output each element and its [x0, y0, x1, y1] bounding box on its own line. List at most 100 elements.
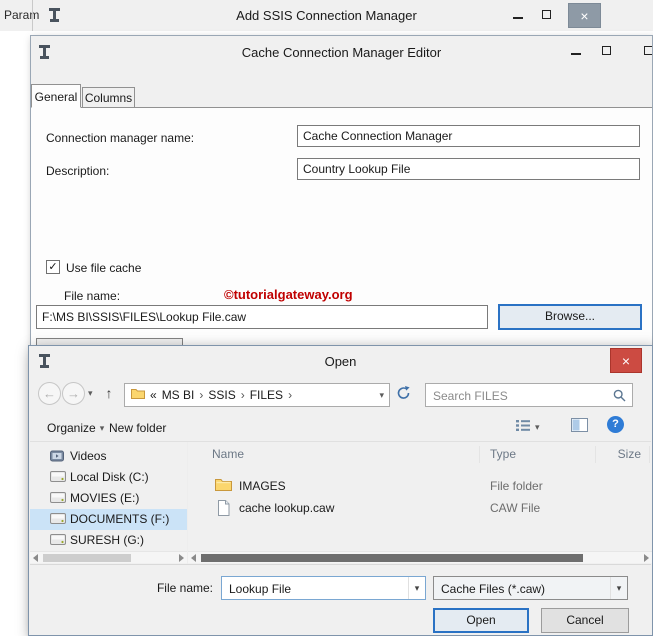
close-icon: × [580, 8, 589, 24]
nav-item-label: DOCUMENTS (F:) [70, 512, 170, 526]
breadcrumb-separator[interactable]: › [199, 388, 203, 402]
nav-pane-hscrollbar[interactable] [30, 551, 187, 563]
file-row-images[interactable]: IMAGES File folder [188, 476, 650, 498]
nav-item-label: MOVIES (E:) [70, 491, 140, 505]
forward-icon: → [67, 386, 80, 401]
titlebar-add-ssis-connection-manager: Param Add SSIS Connection Manager × [0, 0, 653, 31]
nav-item-label: Local Disk (C:) [70, 470, 149, 484]
scroll-right-icon[interactable] [644, 554, 649, 562]
file-name: cache lookup.caw [239, 501, 335, 515]
nav-item-videos[interactable]: Videos [30, 446, 187, 467]
minimize-icon [571, 53, 581, 55]
file-type: CAW File [490, 501, 541, 515]
up-button[interactable]: ↑ [98, 383, 120, 405]
nav-pane-scroll-thumb[interactable] [43, 554, 131, 562]
close-button[interactable] [636, 43, 652, 61]
address-history-chevron-icon[interactable]: ▾ [379, 390, 384, 401]
chevron-down-icon[interactable]: ▾ [610, 577, 627, 599]
use-file-cache-checkbox[interactable]: ✓ [46, 260, 60, 274]
tab-general[interactable]: General [31, 84, 81, 108]
use-file-cache-label: Use file cache [66, 261, 142, 275]
forward-button[interactable]: → [62, 382, 85, 405]
search-placeholder: Search FILES [433, 389, 508, 403]
column-header-type[interactable]: Type [490, 447, 516, 461]
breadcrumb-item-msbi[interactable]: MS BI [162, 388, 195, 402]
nav-item-movies-e[interactable]: MOVIES (E:) [30, 488, 187, 509]
description-label: Description: [46, 164, 110, 178]
scroll-right-icon[interactable] [179, 554, 184, 562]
search-box[interactable]: Search FILES [425, 383, 633, 407]
chevron-down-icon: ▾ [535, 421, 540, 432]
scroll-left-icon[interactable] [191, 554, 196, 562]
scroll-left-icon[interactable] [33, 554, 38, 562]
maximize-icon [541, 10, 551, 19]
videos-icon [50, 450, 64, 465]
recent-locations-chevron-icon[interactable]: ▾ [88, 388, 93, 399]
check-icon: ✓ [48, 261, 58, 273]
organize-label: Organize [47, 421, 96, 435]
preview-pane-button[interactable] [571, 416, 588, 436]
screenshot-root: Param Add SSIS Connection Manager × Cach… [0, 0, 653, 636]
close-icon [643, 46, 652, 55]
window-title-cache-editor: Cache Connection Manager Editor [241, 45, 442, 60]
close-button[interactable]: × [610, 348, 642, 373]
help-button[interactable]: ? [607, 416, 624, 433]
breadcrumb-item-ssis[interactable]: SSIS [208, 388, 235, 402]
column-header-name[interactable]: Name [212, 447, 244, 461]
close-button[interactable]: × [568, 3, 601, 28]
cancel-button[interactable]: Cancel [541, 608, 629, 633]
list-view-icon [515, 419, 531, 435]
nav-item-documents-f[interactable]: DOCUMENTS (F:) [30, 509, 187, 530]
new-folder-button[interactable]: New folder [109, 418, 166, 438]
dialog-open: Open × ← → ▾ ↑ « MS BI › SSIS › FILES › … [28, 345, 653, 636]
toolbar-separator [30, 441, 651, 442]
column-separator[interactable] [649, 446, 650, 463]
breadcrumb-overflow[interactable]: « [150, 388, 157, 402]
chevron-down-icon[interactable]: ▾ [408, 577, 425, 599]
breadcrumb-separator[interactable]: › [288, 388, 292, 402]
file-icon [217, 500, 230, 519]
refresh-button[interactable] [396, 386, 414, 404]
drive-icon [50, 513, 66, 527]
minimize-button[interactable] [564, 43, 588, 61]
file-list-hscrollbar[interactable] [188, 551, 652, 563]
maximize-icon [601, 46, 611, 55]
file-type-combo[interactable]: Cache Files (*.caw) ▾ [433, 576, 628, 600]
file-name: IMAGES [239, 479, 286, 493]
breadcrumb-separator[interactable]: › [241, 388, 245, 402]
chevron-down-icon: ▾ [99, 422, 105, 433]
file-list-scroll-thumb[interactable] [201, 554, 583, 562]
new-folder-label: New folder [109, 421, 167, 435]
maximize-button[interactable] [534, 6, 558, 26]
organize-button[interactable]: Organize ▾ [47, 418, 104, 438]
file-name-label: File name: [156, 581, 213, 595]
nav-item-local-disk-c[interactable]: Local Disk (C:) [30, 467, 187, 488]
browse-button[interactable]: Browse... [498, 304, 642, 330]
maximize-button[interactable] [594, 43, 618, 61]
column-separator[interactable] [479, 446, 480, 463]
column-separator[interactable] [595, 446, 596, 463]
file-path-input[interactable]: F:\MS BI\SSIS\FILES\Lookup File.caw [36, 305, 488, 329]
back-button[interactable]: ← [38, 382, 61, 405]
tab-columns[interactable]: Columns [82, 87, 135, 108]
change-view-button[interactable]: ▾ [515, 417, 540, 437]
file-name-value: Lookup File [229, 582, 292, 596]
file-row-cache-lookup[interactable]: cache lookup.caw CAW File [188, 498, 650, 520]
search-icon[interactable] [613, 389, 626, 405]
open-button[interactable]: Open [433, 608, 529, 633]
column-header-size[interactable]: Size [593, 447, 641, 461]
drive-icon [50, 492, 66, 506]
close-icon: × [621, 353, 631, 369]
help-icon: ? [612, 418, 619, 430]
file-name-combo[interactable]: Lookup File ▾ [221, 576, 426, 600]
address-bar[interactable]: « MS BI › SSIS › FILES › ▾ [124, 383, 390, 407]
connection-name-input[interactable]: Cache Connection Manager [297, 125, 640, 147]
breadcrumb-item-files[interactable]: FILES [250, 388, 283, 402]
drive-icon [50, 471, 66, 485]
nav-item-suresh-g[interactable]: SURESH (G:) [30, 530, 187, 551]
minimize-button[interactable] [506, 6, 530, 26]
preview-pane-icon [571, 417, 588, 435]
description-input[interactable]: Country Lookup File [297, 158, 640, 180]
window-title-open: Open [324, 354, 357, 369]
watermark-text: ©tutorialgateway.org [224, 287, 353, 302]
